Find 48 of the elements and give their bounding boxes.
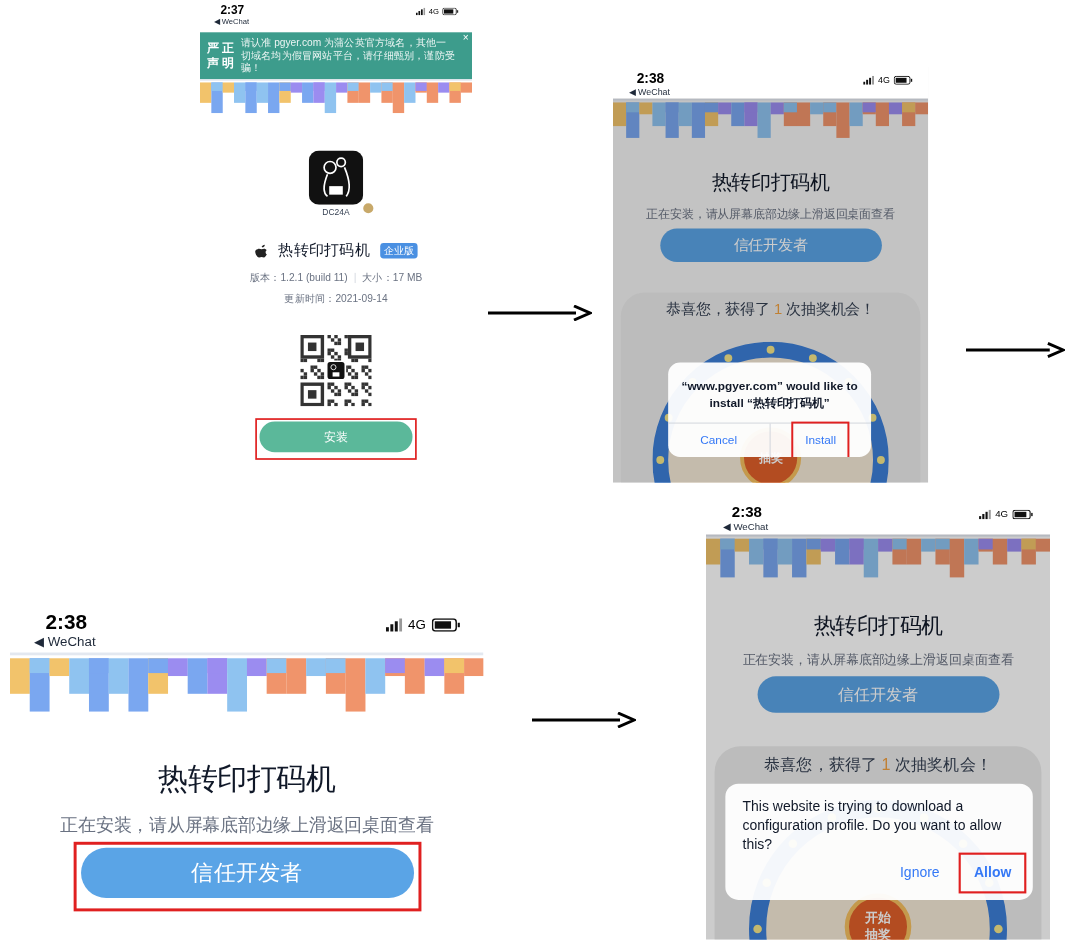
prize-message: 恭喜您，获得了 1 次抽奖机会！ <box>665 299 876 320</box>
icon-caption: DC24A <box>322 206 350 219</box>
version-text: 版本：1.2.1 (build 11) <box>249 271 348 286</box>
signal-icon <box>863 76 874 85</box>
status-time: 2:37 <box>219 3 246 16</box>
dialog-message: “www.pgyer.com” would like to install “热转印打码机” <box>680 378 859 412</box>
back-to-wechat-link[interactable]: ◀ WeChat <box>628 87 670 97</box>
network-label: 4G <box>995 507 1009 522</box>
dialog-button[interactable]: Allow <box>961 854 1025 891</box>
update-date: 更新时间：2021-09-14 <box>284 291 388 306</box>
edition-badge: 企业版 <box>380 242 418 258</box>
size-text: 大小：17 MB <box>362 271 423 286</box>
battery-icon <box>442 7 459 16</box>
notice-label: 严 正 <box>206 40 234 56</box>
apple-icon <box>254 242 268 258</box>
page-title: 热转印打码机 <box>158 760 336 797</box>
dialog-button[interactable]: Install <box>793 423 848 458</box>
battery-icon <box>431 618 460 632</box>
trust-developer-button[interactable]: 信任开发者 <box>757 676 999 713</box>
signal-icon <box>385 618 403 632</box>
status-time: 2:38 <box>730 504 763 520</box>
page-title: 热转印打码机 <box>813 612 943 640</box>
install-hint: 正在安装，请从屏幕底部边缘上滑返回桌面查看 <box>742 651 1014 670</box>
dialog-message: This website is trying to download a configuration profile. Do you want to allow this? <box>741 796 1003 855</box>
notice-text: 请认准 pgyer.com 为蒲公英官方域名，其他一切域名均为假冒网站平台，请仔细甄别，谨防受骗！ <box>240 36 456 75</box>
signal-icon <box>415 7 426 16</box>
status-time: 2:38 <box>635 70 666 85</box>
page-title: 热转印打码机 <box>711 170 830 196</box>
dialog-button[interactable]: Ignore <box>887 854 953 891</box>
status-time: 2:38 <box>44 610 88 632</box>
prize-message: 恭喜您，获得了 1 次抽奖机会！ <box>763 753 993 776</box>
back-to-wechat-link[interactable]: ◀ WeChat <box>33 636 96 650</box>
close-button[interactable]: × <box>462 32 469 43</box>
battery-icon <box>1012 509 1033 520</box>
install-hint: 正在安装，请从屏幕底部边缘上滑返回桌面查看 <box>646 205 895 223</box>
trust-developer-button[interactable]: 信任开发者 <box>80 847 414 899</box>
trust-developer-button[interactable]: 信任开发者 <box>659 228 882 263</box>
dialog-button[interactable]: Cancel <box>688 423 749 458</box>
install-button[interactable]: 安装 <box>259 421 413 453</box>
install-hint: 正在安装，请从屏幕底部边缘上滑返回桌面查看 <box>60 814 434 838</box>
signal-icon <box>979 509 991 520</box>
app-name: 热转印打码机 <box>278 240 370 261</box>
notice-label: 声 明 <box>206 55 234 71</box>
battery-icon <box>893 76 913 85</box>
back-to-wechat-link[interactable]: ◀ WeChat <box>723 522 769 533</box>
app-icon <box>308 150 364 205</box>
network-label: 4G <box>877 73 890 87</box>
network-label: 4G <box>408 615 426 634</box>
